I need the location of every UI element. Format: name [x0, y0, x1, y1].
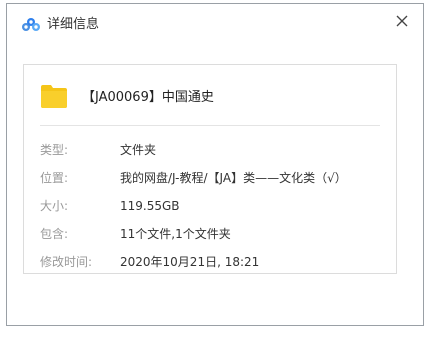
divider — [40, 125, 380, 126]
file-header: 【JA00069】中国通史 — [40, 77, 380, 117]
property-label: 修改时间: — [40, 255, 93, 269]
details-panel: 【JA00069】中国通史 类型: 文件夹 位置: 我的网盘/J-教程/【JA】… — [23, 64, 397, 274]
property-value: 我的网盘/J-教程/【JA】类——文化类（√） — [120, 171, 347, 185]
property-value: 11个文件,1个文件夹 — [120, 227, 231, 241]
property-row-size: 大小: 119.55GB — [40, 192, 388, 220]
property-label: 大小: — [40, 199, 69, 213]
property-row-location: 位置: 我的网盘/J-教程/【JA】类——文化类（√） — [40, 164, 388, 192]
cloud-icon — [21, 17, 41, 33]
close-icon[interactable] — [391, 10, 413, 32]
file-name: 【JA00069】中国通史 — [82, 90, 214, 105]
property-row-contains: 包含: 11个文件,1个文件夹 — [40, 220, 388, 248]
property-label: 位置: — [40, 171, 69, 185]
properties-list: 类型: 文件夹 位置: 我的网盘/J-教程/【JA】类——文化类（√） 大小: … — [40, 136, 388, 276]
folder-icon — [40, 83, 68, 109]
property-value: 文件夹 — [120, 143, 157, 157]
property-label: 类型: — [40, 143, 69, 157]
property-row-type: 类型: 文件夹 — [40, 136, 388, 164]
property-row-modified: 修改时间: 2020年10月21日, 18:21 — [40, 248, 388, 276]
property-label: 包含: — [40, 227, 69, 241]
property-value: 119.55GB — [120, 199, 180, 213]
details-dialog: 详细信息 【JA00069】中国通史 类型: 文件夹 位置: 我的网盘/J-教程… — [6, 3, 424, 326]
dialog-titlebar: 详细信息 — [7, 4, 423, 44]
property-value: 2020年10月21日, 18:21 — [120, 255, 260, 269]
dialog-title: 详细信息 — [47, 17, 100, 32]
